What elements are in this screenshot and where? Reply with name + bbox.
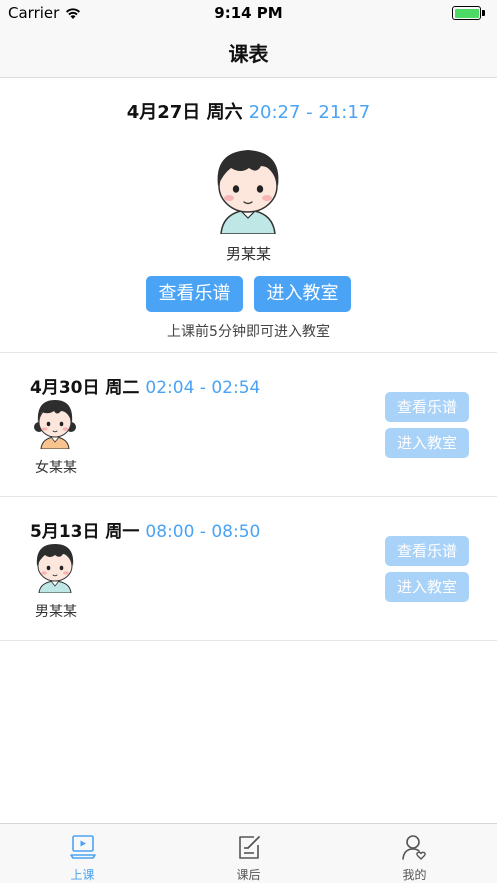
featured-lesson: 4月27日 周六 20:27 - 21:17 男某某 查看乐谱 进入教室 上课前5… [0,78,497,353]
profile-icon [402,835,426,860]
tab-label: 上课 [70,868,95,882]
lesson-teacher-name: 男某某 [35,604,77,620]
boy-avatar-icon [36,544,74,593]
tab-bar: 上课 课后 我的 [0,823,497,883]
battery-cap [482,10,485,16]
featured-time-range: 20:27 - 21:17 [248,102,371,123]
lesson-time-range: 08:00 - 08:50 [145,522,261,542]
enter-hint: 上课前5分钟即可进入教室 [167,324,330,340]
edit-note-icon [239,836,260,859]
page-title: 课表 [228,42,269,66]
lesson-teacher-name: 女某某 [35,460,77,476]
lesson-datetime: 4月30日 周二 02:04 - 02:54 [30,373,260,398]
featured-teacher-name: 男某某 [225,245,271,263]
lesson-date: 4月30日 周二 [30,378,140,398]
nav-bar: 课表 [0,26,497,78]
tab-after-class[interactable]: 课后 [166,824,331,883]
enter-classroom-button[interactable]: 进入教室 [254,276,351,312]
list-item: 5月13日 周一 08:00 - 08:50 男某某 查看乐谱 进入教室 [0,497,497,641]
girl-avatar-icon [34,400,76,449]
tab-class[interactable]: 上课 [0,824,165,883]
view-score-button[interactable]: 查看乐谱 [385,392,469,422]
enter-classroom-button[interactable]: 进入教室 [385,428,469,458]
boy-avatar-icon [217,150,279,234]
lesson-date: 5月13日 周一 [30,522,140,542]
list-item: 4月30日 周二 02:04 - 02:54 女某某 查看乐谱 进入教室 [0,353,497,497]
status-time: 9:14 PM [214,4,283,22]
status-bar: Carrier 9:14 PM [0,0,497,26]
battery-icon [452,6,481,20]
tab-mine[interactable]: 我的 [332,824,497,883]
class-screen-icon [70,835,96,859]
view-score-button[interactable]: 查看乐谱 [385,536,469,566]
featured-datetime: 4月27日 周六 20:27 - 21:17 [0,98,497,124]
tab-label: 课后 [236,868,261,882]
lesson-datetime: 5月13日 周一 08:00 - 08:50 [30,517,260,542]
featured-date: 4月27日 周六 [126,102,243,123]
tab-label: 我的 [402,868,427,882]
enter-classroom-button[interactable]: 进入教室 [385,572,469,602]
view-score-button[interactable]: 查看乐谱 [146,276,243,312]
lesson-time-range: 02:04 - 02:54 [145,378,261,398]
